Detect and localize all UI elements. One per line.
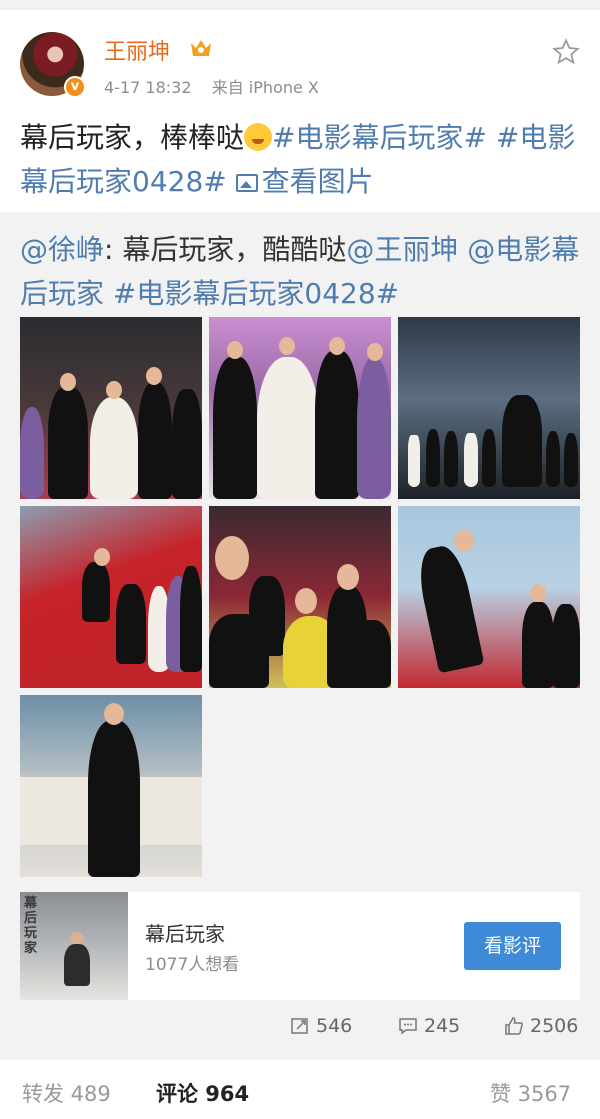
poster-title: 幕后玩家 (24, 896, 38, 956)
hashtag-movie[interactable]: #电影幕后玩家# (272, 121, 487, 154)
like-action[interactable]: 2506 (504, 1012, 578, 1040)
movie-poster[interactable]: 幕后玩家 (20, 892, 128, 1000)
timestamp: 4-17 18:32 (104, 78, 192, 97)
photo-6[interactable] (398, 506, 580, 688)
post-body: 幕后玩家，棒棒哒 #电影幕后玩家# #电影幕后玩家0428# 查看图片 (20, 116, 590, 204)
favorite-star-icon[interactable] (552, 38, 580, 66)
vip-crown-icon (191, 40, 211, 56)
movie-card[interactable]: 幕后玩家 幕后玩家 1077人想看 看影评 (20, 892, 580, 1000)
photo-2[interactable] (209, 317, 391, 499)
repost-hashtag[interactable]: #电影幕后玩家0428# (104, 277, 399, 310)
comment-action[interactable]: 245 (398, 1012, 460, 1040)
movie-title[interactable]: 幕后玩家 (145, 918, 225, 947)
photo-3[interactable] (398, 317, 580, 499)
movie-want-count: 1077人想看 (145, 955, 240, 975)
picture-icon (235, 174, 258, 192)
comment-icon (399, 1018, 417, 1035)
repost-action[interactable]: 546 (290, 1012, 352, 1040)
photo-7[interactable] (20, 695, 202, 877)
view-images-link[interactable]: 查看图片 (235, 165, 374, 198)
repost-text: @徐峥: 幕后玩家，酷酷哒@王丽坤 @电影幕后玩家 #电影幕后玩家0428# (20, 233, 580, 310)
cute-face-emoji-icon (244, 123, 273, 151)
photo-5[interactable] (209, 506, 391, 688)
tab-comment[interactable]: 评论 964 (156, 1078, 249, 1108)
repost-actions: 546 245 2506 (0, 1012, 600, 1052)
thumbs-up-icon (505, 1017, 523, 1035)
repost-icon (291, 1018, 308, 1034)
post-header: v 王丽坤 4-17 18:32 来自 iPhone X (0, 10, 600, 110)
top-strip (0, 0, 600, 10)
repost-author[interactable]: @徐峥 (20, 233, 104, 266)
photo-1[interactable] (20, 317, 202, 499)
mention-wanglikun[interactable]: @王丽坤 (346, 233, 458, 266)
post-source: 来自 iPhone X (211, 78, 319, 97)
post-text: 幕后玩家，棒棒哒 (20, 121, 245, 154)
view-review-button[interactable]: 看影评 (464, 922, 561, 970)
bottom-tab-bar: 转发 489 评论 964 赞 3567 (0, 1062, 600, 1119)
repost-block[interactable]: @徐峥: 幕后玩家，酷酷哒@王丽坤 @电影幕后玩家 #电影幕后玩家0428# 幕… (0, 212, 600, 1060)
photo-4[interactable] (20, 506, 202, 688)
post-meta: 4-17 18:32 来自 iPhone X (104, 74, 319, 98)
verified-badge: v (64, 76, 86, 98)
username[interactable]: 王丽坤 (104, 34, 170, 66)
tab-like[interactable]: 赞 3567 (490, 1078, 571, 1108)
tab-repost[interactable]: 转发 489 (22, 1078, 111, 1108)
